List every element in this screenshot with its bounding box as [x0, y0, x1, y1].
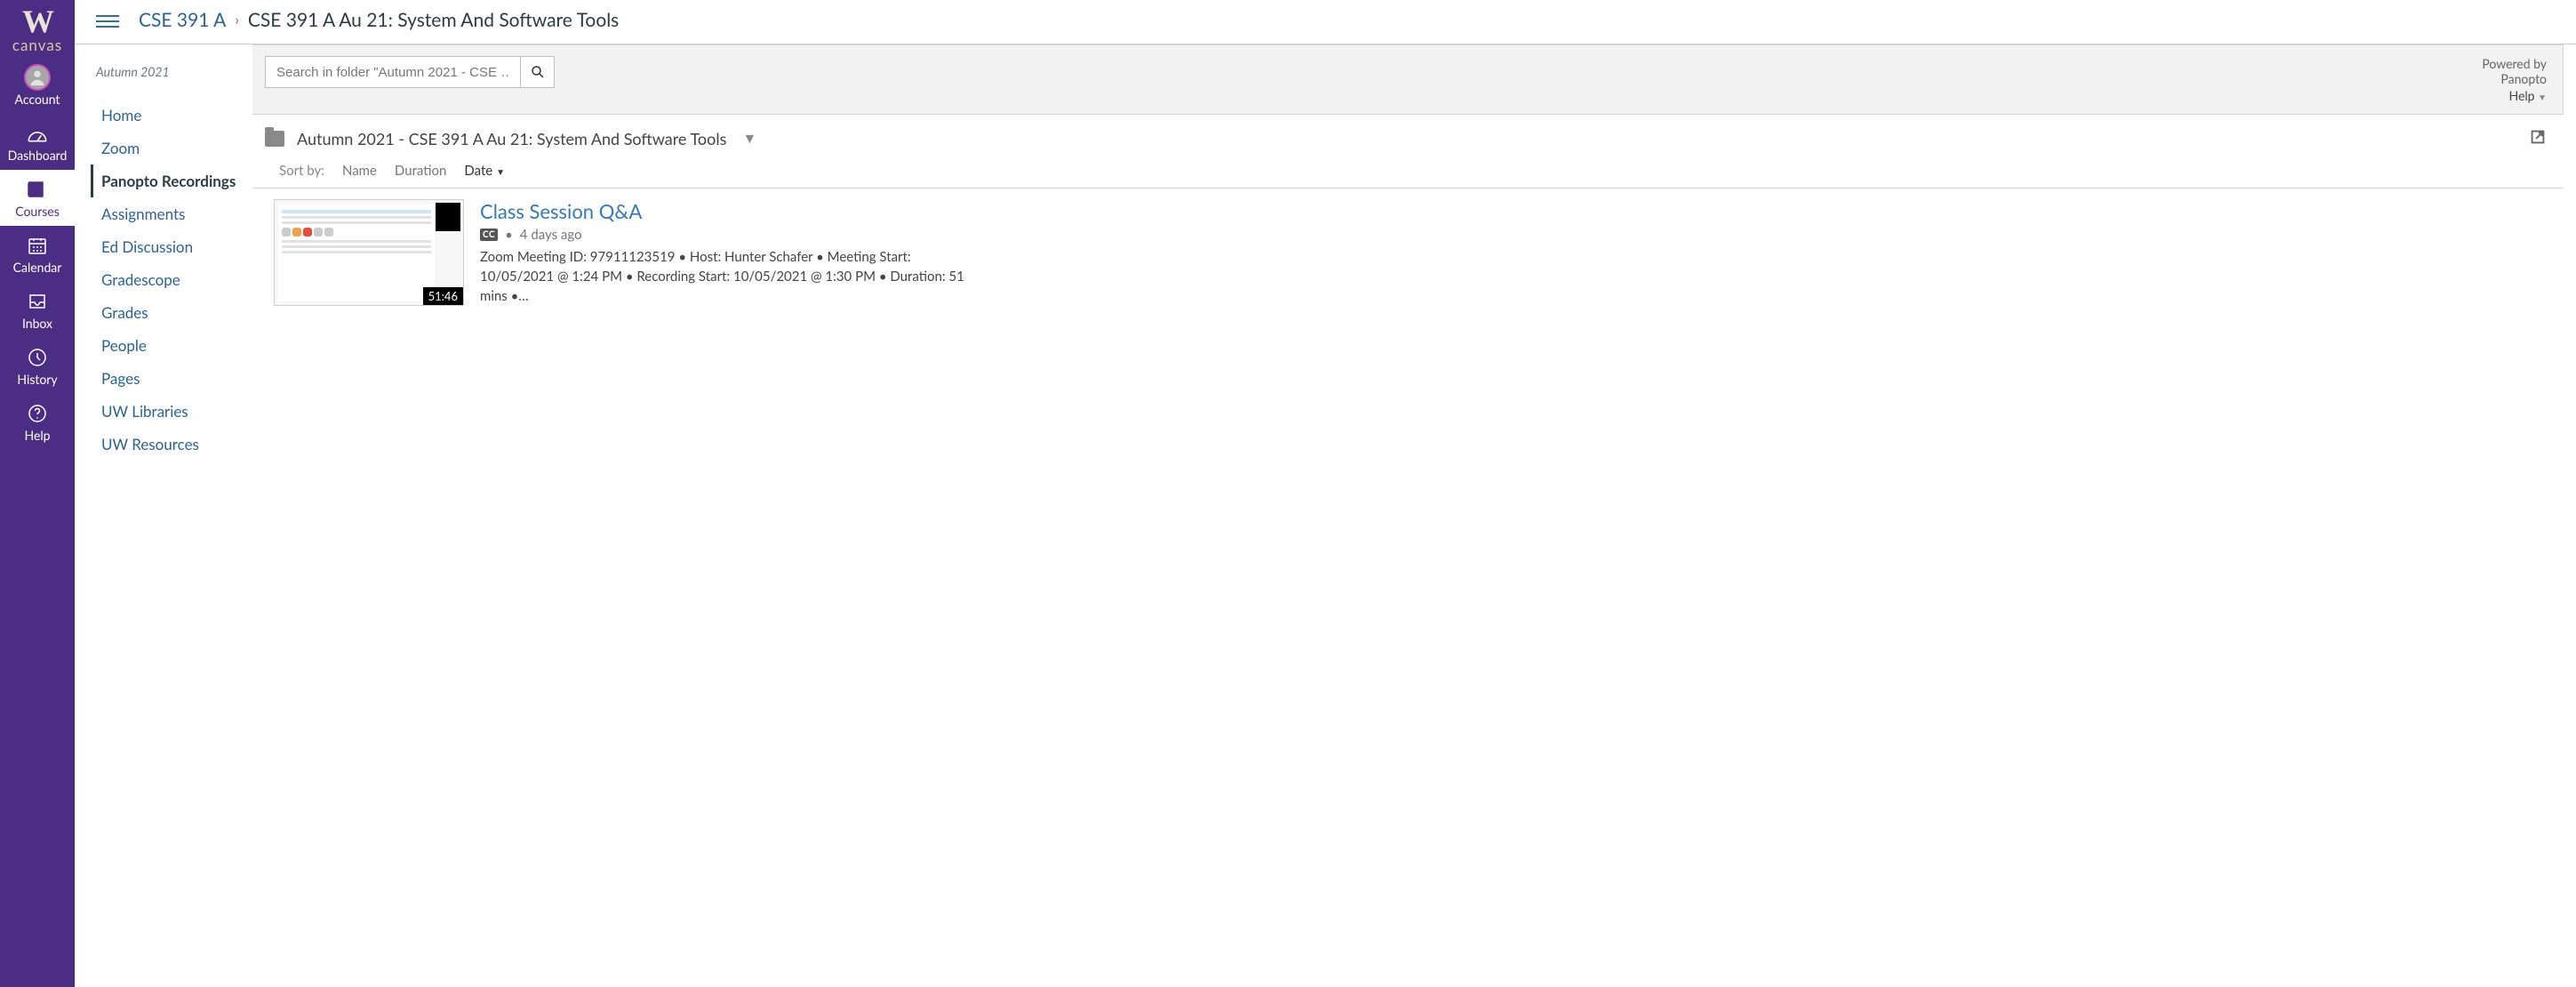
sort-name[interactable]: Name	[342, 163, 377, 179]
search-button[interactable]	[520, 57, 554, 87]
nav-courses[interactable]: Courses	[0, 170, 75, 226]
course-menu: Autumn 2021 Home Zoom Panopto Recordings…	[75, 44, 252, 987]
breadcrumb-separator: ›	[235, 12, 239, 28]
course-menu-people[interactable]: People	[96, 329, 240, 362]
recording-item: 51:46 Class Session Q&A CC • 4 days ago …	[274, 199, 2548, 306]
course-menu-ed[interactable]: Ed Discussion	[96, 230, 240, 263]
nav-calendar[interactable]: Calendar	[0, 226, 75, 282]
panopto-header: Powered by Panopto Help ▼	[252, 44, 2564, 115]
panopto-frame: Powered by Panopto Help ▼ Autumn 2021 - …	[252, 44, 2564, 987]
avatar-icon	[0, 65, 75, 90]
dashboard-icon	[0, 121, 75, 146]
course-menu-assignments[interactable]: Assignments	[96, 197, 240, 230]
nav-inbox[interactable]: Inbox	[0, 282, 75, 338]
recording-duration-stamp: 51:46	[423, 287, 463, 305]
sort-label: Sort by:	[279, 163, 324, 179]
course-menu-uwres[interactable]: UW Resources	[96, 428, 240, 461]
cc-badge: CC	[480, 229, 498, 241]
folder-dropdown-button[interactable]: ▼	[739, 130, 760, 148]
folder-row: Autumn 2021 - CSE 391 A Au 21: System An…	[252, 115, 2564, 159]
search-box	[265, 56, 555, 88]
search-icon	[530, 64, 546, 80]
nav-account[interactable]: Account	[0, 58, 75, 114]
recording-details: Zoom Meeting ID: 97911123519 • Host: Hun…	[480, 248, 978, 306]
nav-help[interactable]: Help	[0, 394, 75, 450]
content-body: Autumn 2021 Home Zoom Panopto Recordings…	[75, 44, 2576, 987]
nav-calendar-label: Calendar	[0, 260, 75, 275]
bullet-icon: •	[505, 227, 513, 243]
nav-history[interactable]: History	[0, 338, 75, 394]
chevron-down-icon: ▼	[2538, 92, 2547, 103]
open-external-button[interactable]	[2528, 127, 2548, 150]
toggle-course-menu-button[interactable]	[96, 12, 119, 29]
chevron-down-icon: ▼	[496, 167, 505, 178]
recording-thumbnail[interactable]: 51:46	[274, 199, 464, 306]
product-name: canvas	[0, 36, 75, 54]
search-input[interactable]	[266, 57, 520, 87]
nav-courses-label: Courses	[0, 204, 75, 219]
recordings-list: 51:46 Class Session Q&A CC • 4 days ago …	[252, 189, 2564, 306]
course-menu-gradescope[interactable]: Gradescope	[96, 263, 240, 296]
uw-logo: W	[0, 5, 75, 37]
panopto-brand-label: Panopto	[2482, 71, 2547, 86]
course-menu-home[interactable]: Home	[96, 99, 240, 132]
folder-name: Autumn 2021 - CSE 391 A Au 21: System An…	[297, 129, 726, 148]
term-label: Autumn 2021	[96, 64, 240, 79]
page-title: CSE 391 A Au 21: System And Software Too…	[248, 9, 619, 31]
sort-date-label: Date	[464, 163, 492, 179]
courses-icon	[0, 177, 75, 202]
course-menu-uwlib[interactable]: UW Libraries	[96, 395, 240, 428]
topbar: CSE 391 A › CSE 391 A Au 21: System And …	[75, 0, 2576, 44]
sort-row: Sort by: Name Duration Date ▼	[252, 159, 2564, 189]
breadcrumb: CSE 391 A › CSE 391 A Au 21: System And …	[139, 9, 619, 31]
brand-logo[interactable]: W canvas	[0, 0, 75, 58]
open-external-icon	[2528, 127, 2548, 147]
course-menu-zoom[interactable]: Zoom	[96, 132, 240, 164]
nav-history-label: History	[0, 372, 75, 387]
course-menu-panopto[interactable]: Panopto Recordings	[91, 164, 240, 197]
recording-title-link[interactable]: Class Session Q&A	[480, 199, 978, 223]
recording-info: Class Session Q&A CC • 4 days ago Zoom M…	[480, 199, 978, 306]
global-nav: W canvas Account Dashboard Courses Calen…	[0, 0, 75, 987]
nav-help-label: Help	[0, 428, 75, 443]
panopto-help-dropdown[interactable]: Help ▼	[2482, 88, 2547, 103]
panopto-help-label: Help	[2508, 88, 2534, 103]
main-area: CSE 391 A › CSE 391 A Au 21: System And …	[75, 0, 2576, 987]
sort-date[interactable]: Date ▼	[464, 163, 505, 179]
history-icon	[0, 345, 75, 370]
breadcrumb-course-link[interactable]: CSE 391 A	[139, 9, 226, 31]
recording-age: 4 days ago	[520, 227, 582, 243]
inbox-icon	[0, 289, 75, 314]
powered-by-label: Powered by	[2482, 56, 2547, 71]
sort-duration[interactable]: Duration	[395, 163, 446, 179]
course-menu-grades[interactable]: Grades	[96, 296, 240, 329]
course-menu-pages[interactable]: Pages	[96, 362, 240, 395]
nav-account-label: Account	[0, 92, 75, 107]
calendar-icon	[0, 233, 75, 258]
nav-dashboard-label: Dashboard	[0, 148, 75, 163]
nav-inbox-label: Inbox	[0, 316, 75, 331]
folder-icon	[265, 131, 284, 147]
help-icon	[0, 401, 75, 426]
nav-dashboard[interactable]: Dashboard	[0, 114, 75, 170]
